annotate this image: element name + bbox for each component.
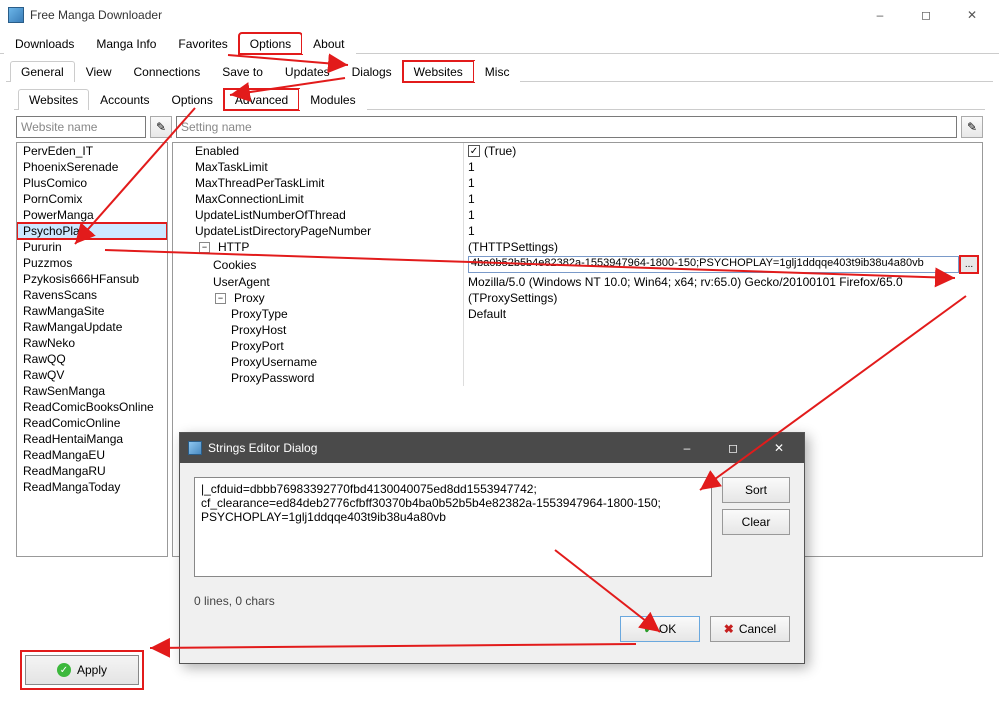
website-list-item[interactable]: RawQV: [17, 367, 167, 383]
prop-cookies[interactable]: Cookies: [173, 255, 463, 274]
website-list-item[interactable]: PowerManga: [17, 207, 167, 223]
website-list-item[interactable]: RawMangaUpdate: [17, 319, 167, 335]
minimize-button[interactable]: –: [857, 0, 903, 30]
tab-save-to[interactable]: Save to: [211, 61, 274, 82]
check-circle-icon: ✓: [57, 663, 71, 677]
window-title: Free Manga Downloader: [30, 8, 857, 22]
website-list-item[interactable]: ReadMangaRU: [17, 463, 167, 479]
dialog-close-button[interactable]: ✕: [756, 434, 802, 462]
tab-misc[interactable]: Misc: [474, 61, 521, 82]
prop-maxthreadpertasklimit[interactable]: MaxThreadPerTaskLimit: [173, 175, 463, 191]
tree-collapse-icon[interactable]: −: [215, 293, 226, 304]
x-icon: ✖: [724, 622, 734, 636]
tab-ws-accounts[interactable]: Accounts: [89, 89, 160, 110]
close-button[interactable]: ✕: [949, 0, 995, 30]
prop-http[interactable]: HTTP: [218, 240, 249, 254]
tab-general[interactable]: General: [10, 61, 75, 82]
dialog-title: Strings Editor Dialog: [208, 441, 664, 455]
website-list-item[interactable]: Pururin: [17, 239, 167, 255]
setting-filter-clear-button[interactable]: ✎: [961, 116, 983, 138]
checkbox-icon: ✓: [468, 145, 480, 157]
sort-button[interactable]: Sort: [722, 477, 790, 503]
tab-ws-websites[interactable]: Websites: [18, 89, 89, 110]
tab-ws-options[interactable]: Options: [161, 89, 224, 110]
strings-editor-dialog: Strings Editor Dialog – ◻ ✕ Sort Clear 0…: [179, 432, 805, 664]
tab-favorites[interactable]: Favorites: [167, 33, 238, 54]
prop-maxconnectionlimit[interactable]: MaxConnectionLimit: [173, 191, 463, 207]
website-list-item[interactable]: ReadMangaToday: [17, 479, 167, 495]
check-icon: ✔: [644, 622, 654, 636]
dialog-titlebar[interactable]: Strings Editor Dialog – ◻ ✕: [180, 433, 804, 463]
prop-proxyhost[interactable]: ProxyHost: [173, 322, 463, 338]
dialog-status: 0 lines, 0 chars: [180, 594, 804, 612]
cookies-editor-button[interactable]: ...: [960, 256, 978, 273]
prop-proxyusername[interactable]: ProxyUsername: [173, 354, 463, 370]
website-list-item[interactable]: RavensScans: [17, 287, 167, 303]
apply-button[interactable]: ✓ Apply: [25, 655, 139, 685]
website-list-item[interactable]: ReadHentaiManga: [17, 431, 167, 447]
website-list-item[interactable]: PervEden_IT: [17, 143, 167, 159]
website-list-item[interactable]: RawNeko: [17, 335, 167, 351]
wand-icon: ✎: [156, 120, 166, 134]
dialog-minimize-button[interactable]: –: [664, 434, 710, 462]
prop-updatelistpages[interactable]: UpdateListDirectoryPageNumber: [173, 223, 463, 239]
website-list-item[interactable]: ReadComicOnline: [17, 415, 167, 431]
main-tabs: Downloads Manga Info Favorites Options A…: [0, 32, 999, 54]
website-list-item[interactable]: ReadMangaEU: [17, 447, 167, 463]
website-list-item[interactable]: PlusComico: [17, 175, 167, 191]
tab-ws-modules[interactable]: Modules: [299, 89, 366, 110]
options-tabs: General View Connections Save to Updates…: [6, 60, 993, 82]
website-filter-clear-button[interactable]: ✎: [150, 116, 172, 138]
tab-connections[interactable]: Connections: [123, 61, 212, 82]
strings-textarea[interactable]: [194, 477, 712, 577]
cookies-value-input[interactable]: 4ba0b52b5b4e82382a-1553947964-1800-150;P…: [468, 256, 959, 273]
website-list-item[interactable]: Pzykosis666HFansub: [17, 271, 167, 287]
prop-proxypassword[interactable]: ProxyPassword: [173, 370, 463, 386]
website-list-item[interactable]: RawMangaSite: [17, 303, 167, 319]
ok-button[interactable]: ✔OK: [620, 616, 700, 642]
website-list-item[interactable]: RawQQ: [17, 351, 167, 367]
tab-view[interactable]: View: [75, 61, 123, 82]
dialog-maximize-button[interactable]: ◻: [710, 434, 756, 462]
prop-useragent[interactable]: UserAgent: [173, 274, 463, 290]
maximize-button[interactable]: ◻: [903, 0, 949, 30]
prop-maxtasklimit[interactable]: MaxTaskLimit: [173, 159, 463, 175]
website-list-item[interactable]: RawSenManga: [17, 383, 167, 399]
tab-downloads[interactable]: Downloads: [4, 33, 85, 54]
app-icon: [188, 441, 202, 455]
tab-websites[interactable]: Websites: [403, 61, 474, 82]
tab-ws-advanced[interactable]: Advanced: [224, 89, 299, 110]
setting-name-filter[interactable]: [176, 116, 957, 138]
clear-button[interactable]: Clear: [722, 509, 790, 535]
tab-dialogs[interactable]: Dialogs: [341, 61, 403, 82]
tab-options[interactable]: Options: [239, 33, 302, 54]
prop-enabled[interactable]: Enabled: [173, 143, 463, 159]
website-list-item[interactable]: Puzzmos: [17, 255, 167, 271]
prop-proxytype[interactable]: ProxyType: [173, 306, 463, 322]
prop-updatelistthreads[interactable]: UpdateListNumberOfThread: [173, 207, 463, 223]
app-icon: [8, 7, 24, 23]
website-list[interactable]: PervEden_ITPhoenixSerenadePlusComicoPorn…: [16, 142, 168, 557]
websites-tabs: Websites Accounts Options Advanced Modul…: [14, 88, 985, 110]
tree-collapse-icon[interactable]: −: [199, 242, 210, 253]
wand-icon: ✎: [967, 120, 977, 134]
website-list-item[interactable]: PhoenixSerenade: [17, 159, 167, 175]
website-list-item[interactable]: ReadComicBooksOnline: [17, 399, 167, 415]
website-list-item[interactable]: PsychoPlay: [17, 223, 167, 239]
website-name-filter[interactable]: [16, 116, 146, 138]
cancel-button[interactable]: ✖Cancel: [710, 616, 790, 642]
tab-manga-info[interactable]: Manga Info: [85, 33, 167, 54]
titlebar: Free Manga Downloader – ◻ ✕: [0, 0, 999, 30]
prop-proxyport[interactable]: ProxyPort: [173, 338, 463, 354]
prop-proxy[interactable]: Proxy: [234, 291, 265, 305]
website-list-item[interactable]: PornComix: [17, 191, 167, 207]
tab-updates[interactable]: Updates: [274, 61, 341, 82]
tab-about[interactable]: About: [302, 33, 355, 54]
